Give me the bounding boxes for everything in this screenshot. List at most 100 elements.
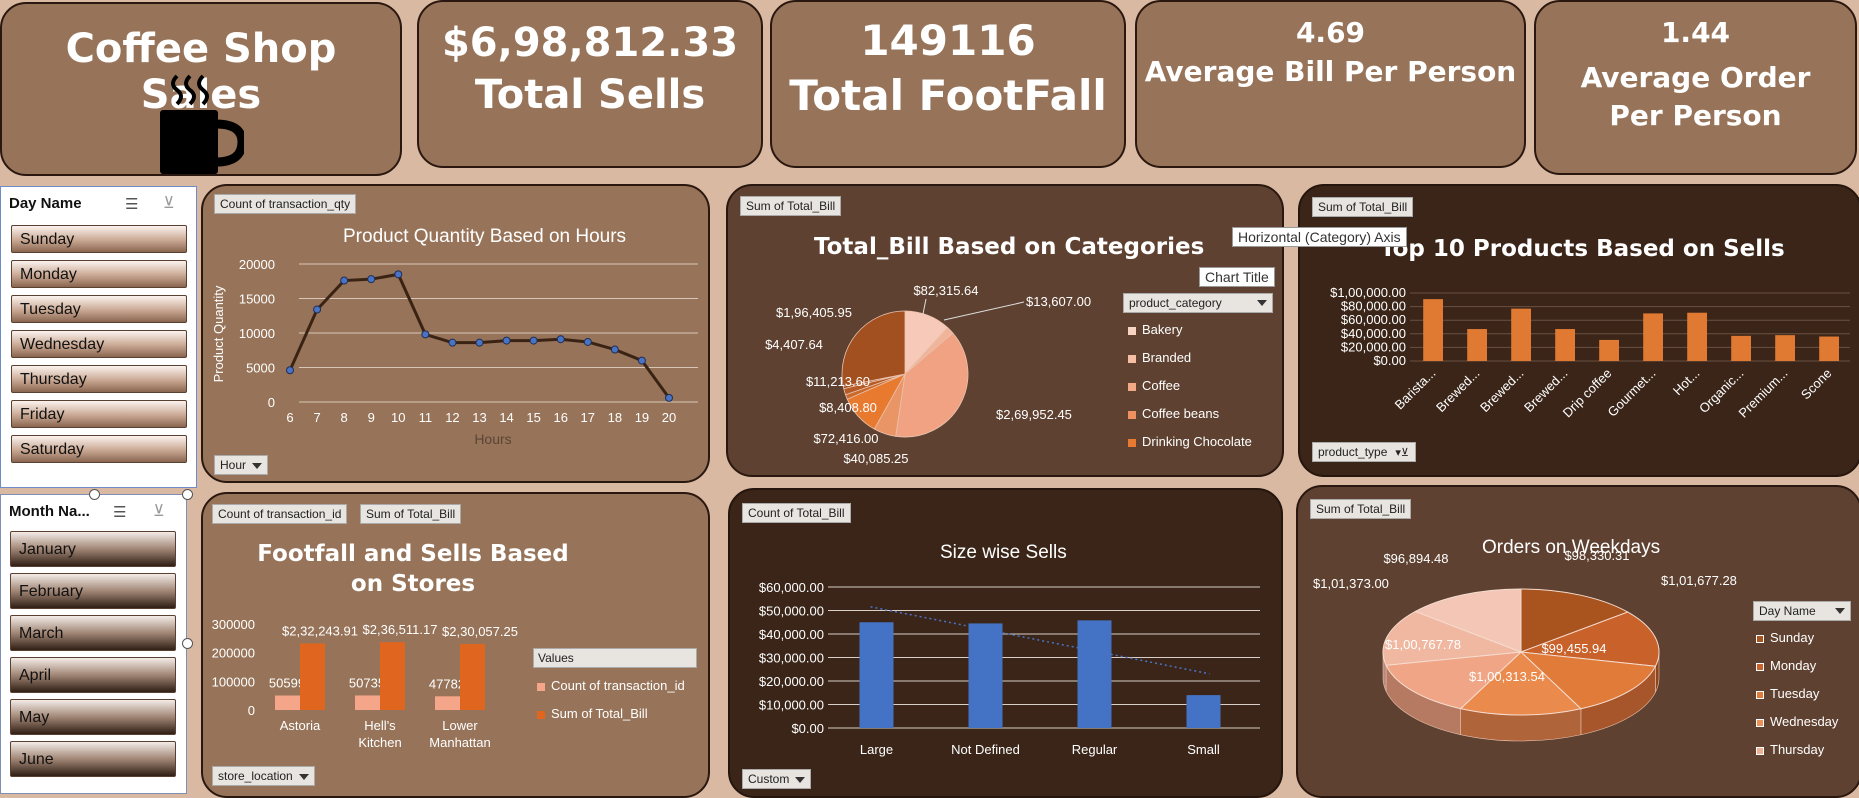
legend-item: Coffee beans — [1128, 406, 1219, 421]
legend-label: Coffee beans — [1142, 406, 1220, 421]
bar — [968, 623, 1003, 728]
legend-item: Drinking Chocolate — [1128, 434, 1252, 449]
kpi-value: 149116 — [860, 16, 1036, 65]
x-tick-label: Gourmet... — [1604, 366, 1658, 420]
data-label: $2,30,057.25 — [442, 624, 518, 639]
resize-handle[interactable] — [89, 489, 100, 500]
kpi-label: Total FootFall — [789, 71, 1107, 120]
x-tick-label: Scone — [1798, 366, 1835, 403]
bar — [1775, 335, 1795, 361]
bar — [1077, 620, 1112, 728]
day-name-slicer[interactable]: Day Name ☰ ⊻ Sunday Monday Tuesday Wedne… — [0, 186, 197, 488]
legend-item: Sum of Total_Bill — [537, 706, 648, 721]
resize-handle[interactable] — [182, 489, 193, 500]
y-tick-label: $40,000.00 — [759, 627, 824, 642]
axis-tooltip: Horizontal (Category) Axis — [1232, 227, 1407, 247]
bar — [300, 643, 325, 710]
data-point — [286, 366, 294, 375]
y-tick-label: $0.00 — [791, 721, 824, 736]
data-label: $8,408.80 — [819, 400, 877, 415]
x-tick-label: Large — [860, 742, 893, 757]
field-button-axis[interactable]: product_type ▾⊻ — [1312, 442, 1416, 462]
data-label: $40,085.25 — [843, 451, 908, 466]
data-point — [556, 335, 565, 344]
month-name-slicer[interactable]: Month Na... ☰ ⊻ January February March A… — [0, 489, 193, 794]
x-tick-label: Manhattan — [429, 735, 490, 750]
data-point — [529, 336, 538, 345]
legend-swatch — [1756, 634, 1764, 643]
slicer-title: Month Na... — [9, 503, 90, 520]
legend-item: Count of transaction_id — [537, 678, 685, 693]
data-point — [475, 338, 484, 347]
data-point — [340, 276, 349, 285]
data-label: 47782 — [429, 676, 465, 691]
leader-line — [943, 301, 1025, 321]
hours-line-chart: 0 5000 10000 15000 20000 6 7 8 9 10 11 12 13 14 15 16 17… — [211, 257, 698, 447]
slicer-item-may[interactable]: May — [10, 699, 176, 735]
bar — [859, 622, 894, 728]
slicer-item-january[interactable]: January — [10, 531, 176, 567]
field-button-axis[interactable]: store_location — [212, 766, 315, 786]
data-label: $1,00,313.54 — [1469, 669, 1545, 684]
x-tick-label: Kitchen — [358, 735, 401, 750]
leader-line — [922, 298, 927, 315]
legend-swatch — [1128, 438, 1136, 447]
slicer-item-june[interactable]: June — [10, 741, 176, 777]
multi-select-icon[interactable]: ☰ — [125, 195, 138, 213]
x-tick-label: Brewed... — [1433, 366, 1482, 415]
weekdays-chart-card: Sum of Total_Bill Orders on Weekdays $98… — [1296, 485, 1859, 798]
bar — [1819, 336, 1839, 361]
x-tick-label: 8 — [341, 410, 348, 425]
kpi-average-bill: 4.69 Average Bill Per Person — [1135, 0, 1526, 168]
multi-select-icon[interactable]: ☰ — [113, 503, 126, 521]
legend-label: Branded — [1142, 350, 1192, 365]
kpi-value: 1.44 — [1660, 16, 1731, 49]
x-axis-label: Hours — [474, 431, 511, 447]
slicer-item-tuesday[interactable]: Tuesday — [11, 295, 187, 323]
x-tick-label: Brewed... — [1477, 366, 1526, 415]
y-tick-label: 300000 — [212, 617, 255, 632]
bar — [1599, 339, 1619, 361]
data-point — [502, 336, 511, 345]
kpi-value: $6,98,812.33 — [441, 20, 739, 66]
categories-chart-card: Sum of Total_Bill Total_Bill Based on Ca… — [726, 184, 1284, 477]
bar — [1511, 308, 1531, 361]
bar — [1731, 335, 1751, 361]
legend-item: Thursday — [1756, 742, 1824, 757]
data-label: 50735 — [349, 675, 385, 690]
data-point — [421, 330, 430, 339]
data-point — [610, 345, 619, 354]
slicer-item-march[interactable]: March — [10, 615, 176, 651]
legend-item: Coffee — [1128, 378, 1180, 393]
legend-swatch — [1128, 410, 1136, 419]
slicer-item-friday[interactable]: Friday — [11, 400, 187, 428]
kpi-total-sells: $6,98,812.33 Total Sells — [417, 0, 763, 168]
slicer-item-wednesday[interactable]: Wednesday — [11, 330, 187, 358]
x-tick-label: 17 — [581, 410, 595, 425]
legend-field-button[interactable]: product_category — [1123, 293, 1273, 313]
legend-field-button[interactable]: Day Name — [1753, 601, 1851, 621]
y-axis-label: Product Quantity — [211, 285, 226, 382]
slicer-item-thursday[interactable]: Thursday — [11, 365, 187, 393]
field-button-axis[interactable]: Custom — [742, 769, 812, 789]
legend-swatch — [1756, 690, 1764, 699]
data-label: $1,00,767.78 — [1385, 637, 1461, 652]
data-label: $2,36,511.17 — [363, 622, 438, 637]
clear-filter-icon[interactable]: ⊻ — [153, 501, 165, 521]
y-tick-label: 10000 — [239, 326, 275, 341]
field-button-axis[interactable]: Hour — [214, 455, 269, 475]
slicer-item-february[interactable]: February — [10, 573, 176, 609]
y-tick-label: 20000 — [239, 257, 275, 272]
resize-handle[interactable] — [182, 638, 193, 649]
y-tick-label: 15000 — [239, 292, 275, 307]
slicer-item-april[interactable]: April — [10, 657, 176, 693]
legend-swatch — [1128, 382, 1136, 391]
slicer-item-saturday[interactable]: Saturday — [11, 435, 187, 463]
x-tick-label: 16 — [553, 410, 567, 425]
slicer-item-monday[interactable]: Monday — [11, 260, 187, 288]
legend-swatch — [1128, 354, 1136, 363]
x-tick-label: Not Defined — [951, 742, 1020, 757]
clear-filter-icon[interactable]: ⊻ — [163, 193, 175, 213]
slicer-item-sunday[interactable]: Sunday — [11, 225, 187, 253]
kpi-total-footfall: 149116 Total FootFall — [770, 0, 1126, 168]
